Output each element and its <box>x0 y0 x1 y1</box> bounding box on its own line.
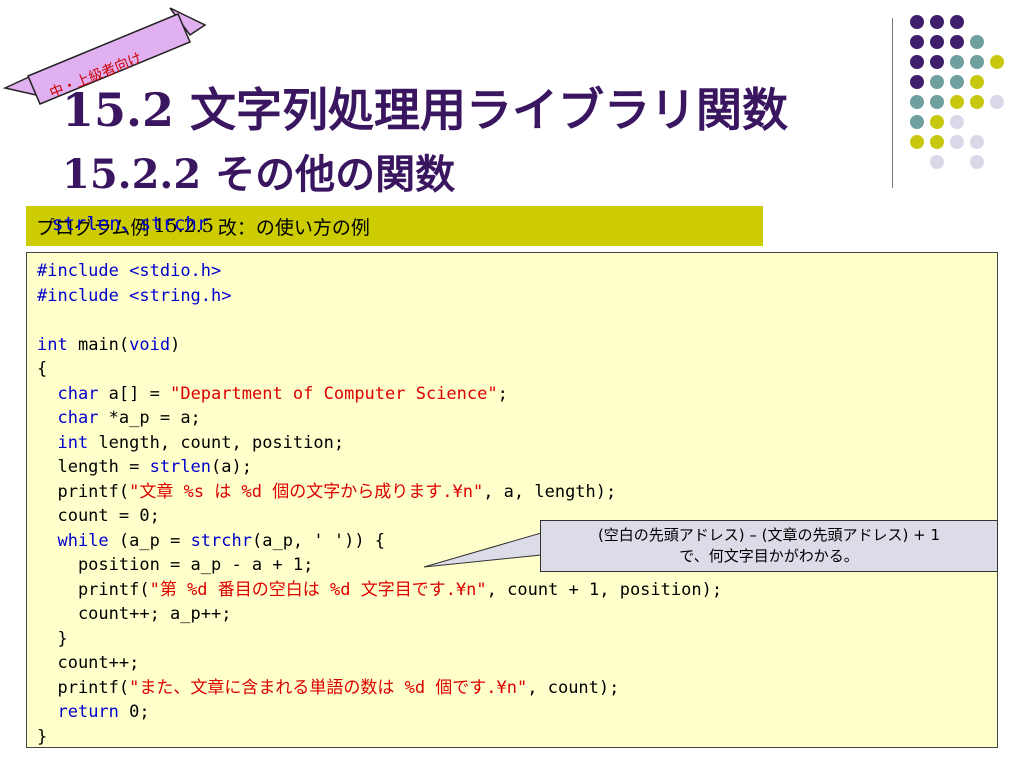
code-line: while (a_p = strchr(a_p, ' ')) { <box>57 530 386 551</box>
code-line: #include <string.h> <box>37 285 232 306</box>
code-line: count = 0; <box>57 506 160 526</box>
code-line: char *a_p = a; <box>57 408 201 428</box>
code-line: #include <stdio.h> <box>37 261 222 281</box>
divider-line <box>892 18 893 188</box>
callout-note: (空白の先頭アドレス) – (文章の先頭アドレス) + 1 で、何文字目かがわか… <box>540 520 998 572</box>
program-caption: プログラム例 15.2.5 改： strlen、strchr の使い方の例 <box>26 206 763 246</box>
code-line: length = strlen(a); <box>37 457 252 477</box>
source-code: #include <stdio.h> #include <string.h> i… <box>37 259 722 749</box>
code-line: printf("また、文章に含まれる単語の数は %d 個です.¥n", coun… <box>37 677 620 698</box>
code-line: char a[] = "Department of Computer Scien… <box>57 383 508 404</box>
code-line: { <box>37 359 48 379</box>
code-line: position = a_p - a + 1; <box>77 555 314 575</box>
code-line: printf("第 %d 番目の空白は %d 文字目です.¥n", count … <box>37 579 723 600</box>
code-line: printf("文章 %s は %d 個の文字から成ります.¥n", a, le… <box>37 481 617 502</box>
caption-suffix: 改： <box>217 216 256 239</box>
code-line: int length, count, position; <box>57 432 345 453</box>
code-block: #include <stdio.h> #include <string.h> i… <box>26 252 998 748</box>
decorative-dot-grid <box>910 15 1004 169</box>
page-subtitle: 15.2.2 その他の関数 <box>62 151 456 198</box>
code-line: return 0; <box>57 702 150 722</box>
code-line: } <box>37 726 48 747</box>
code-line: int main(void) <box>37 334 181 355</box>
caption-functions: strlen、strchr <box>52 213 209 235</box>
caption-tail: の使い方の例 <box>255 216 370 239</box>
code-line: count++; <box>57 653 140 673</box>
callout-line-1: (空白の先頭アドレス) – (文章の先頭アドレス) + 1 <box>597 526 941 544</box>
code-line: count++; a_p++; <box>77 604 232 624</box>
page-title: 15.2 文字列処理用ライブラリ関数 <box>62 83 789 137</box>
callout-line-2: で、何文字目かがわかる。 <box>679 547 859 565</box>
code-line: } <box>57 628 68 649</box>
